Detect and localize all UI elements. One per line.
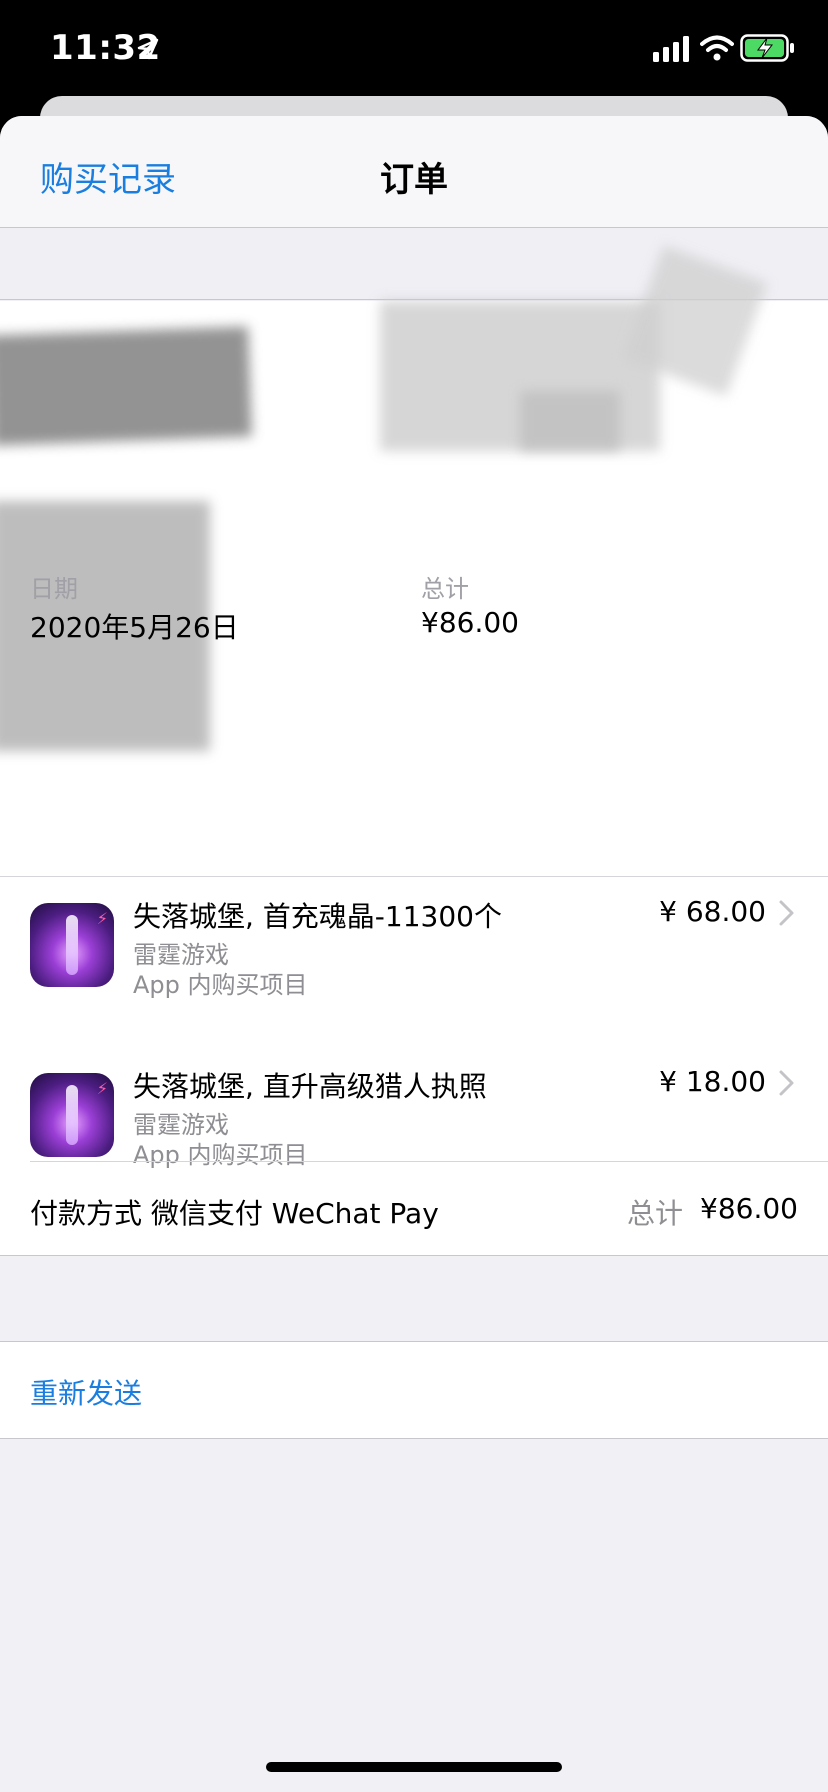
item-price: ¥ 68.00 (659, 895, 766, 928)
wifi-icon (700, 35, 734, 61)
divider (30, 1161, 828, 1162)
total-label: 总计 (421, 575, 469, 603)
navigation-bar: 购买记录 订单 (0, 116, 828, 228)
status-bar: 11:32 (0, 0, 828, 100)
list-item[interactable]: ⚡ 失落城堡, 首充魂晶-11300个 雷霆游戏 App 内购买项目 ¥ 68.… (0, 889, 828, 1029)
order-sheet: 购买记录 订单 日期 2020年5月26日 总计 ¥86.00 ⚡ 失落城堡, … (0, 116, 828, 1792)
home-indicator[interactable] (266, 1762, 562, 1772)
item-price: ¥ 18.00 (659, 1065, 766, 1098)
battery-charging-icon (740, 34, 794, 62)
redacted-region (520, 391, 620, 451)
chevron-right-icon (779, 900, 794, 926)
payment-total-label: 总计 (627, 1197, 684, 1230)
list-item[interactable]: ⚡ 失落城堡, 直升高级猎人执照 雷霆游戏 App 内购买项目 ¥ 18.00 (0, 1059, 828, 1199)
item-type: App 内购买项目 (133, 1141, 308, 1169)
item-type: App 内购买项目 (133, 971, 308, 999)
chevron-right-icon (779, 1070, 794, 1096)
order-summary-panel: 日期 2020年5月26日 总计 ¥86.00 (0, 245, 828, 876)
resend-button[interactable]: 重新发送 (30, 1372, 142, 1412)
item-title: 失落城堡, 首充魂晶-11300个 (133, 900, 502, 933)
payment-method: 付款方式 微信支付 WeChat Pay (30, 1197, 439, 1230)
payment-total-value: ¥86.00 (700, 1192, 798, 1225)
resend-section: 重新发送 (0, 1341, 828, 1439)
redacted-region (0, 326, 252, 446)
cellular-signal-icon (653, 36, 689, 62)
item-title: 失落城堡, 直升高级猎人执照 (133, 1070, 487, 1103)
total-value: ¥86.00 (421, 606, 519, 639)
app-icon: ⚡ (30, 903, 114, 987)
date-label: 日期 (30, 575, 78, 603)
page-title: 订单 (380, 160, 448, 200)
location-arrow-icon (137, 38, 159, 60)
app-icon: ⚡ (30, 1073, 114, 1157)
date-value: 2020年5月26日 (30, 611, 239, 644)
